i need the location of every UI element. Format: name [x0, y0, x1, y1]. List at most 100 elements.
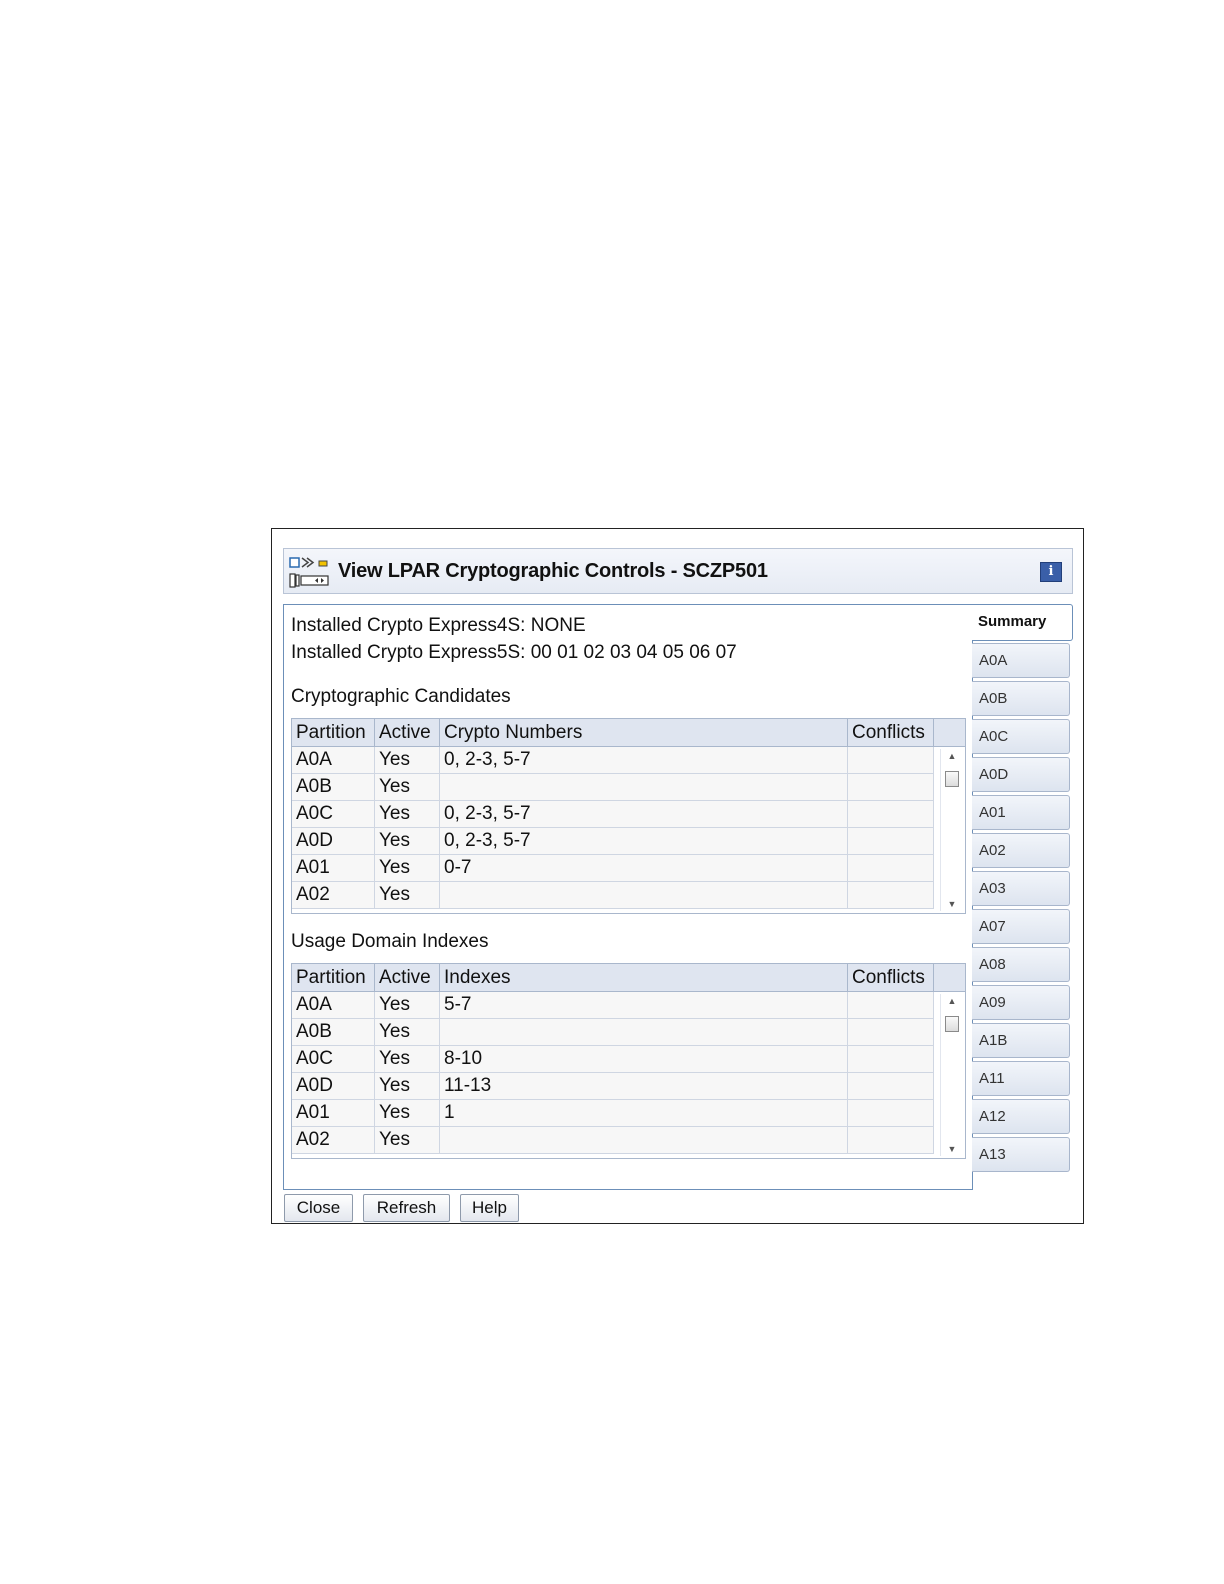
scroll-down-icon[interactable]: ▼ — [946, 899, 958, 909]
conflicts-cell — [848, 1046, 934, 1072]
table-row[interactable]: A0D Yes 11-13 — [292, 1073, 934, 1100]
column-header[interactable]: Partition — [292, 964, 375, 991]
table-row[interactable]: A0B Yes — [292, 774, 934, 801]
installed-express4s: Installed Crypto Express4S: NONE — [291, 615, 586, 636]
active-cell: Yes — [375, 1019, 440, 1045]
partition-tabs: Summary A0A A0B A0C A0D A01 A02 A03 A07 … — [972, 604, 1074, 1184]
indexes-cell: 1 — [440, 1100, 848, 1126]
tab-a08[interactable]: A08 — [972, 947, 1070, 982]
refresh-button[interactable]: Refresh — [363, 1194, 450, 1222]
partition-cell: A01 — [292, 855, 375, 881]
partition-cell: A0A — [292, 992, 375, 1018]
tab-a0d[interactable]: A0D — [972, 757, 1070, 792]
help-button[interactable]: Help — [460, 1194, 519, 1222]
partition-cell: A0A — [292, 747, 375, 773]
column-header[interactable]: Partition — [292, 719, 375, 746]
summary-panel: Installed Crypto Express4S: NONE Install… — [283, 604, 973, 1190]
usage-heading: Usage Domain Indexes — [291, 931, 489, 952]
active-cell: Yes — [375, 747, 440, 773]
table-row[interactable]: A0B Yes — [292, 1019, 934, 1046]
tab-a0c[interactable]: A0C — [972, 719, 1070, 754]
usage-table: Partition Active Indexes Conflicts A0A Y… — [291, 963, 966, 1159]
scroll-thumb[interactable] — [945, 771, 959, 787]
column-header[interactable]: Active — [375, 964, 440, 991]
conflicts-cell — [848, 828, 934, 854]
partition-cell: A0D — [292, 828, 375, 854]
partition-cell: A0B — [292, 1019, 375, 1045]
scroll-up-icon[interactable]: ▲ — [946, 751, 958, 761]
partition-cell: A0C — [292, 801, 375, 827]
crypto-numbers-cell — [440, 882, 848, 908]
scroll-up-icon[interactable]: ▲ — [946, 996, 958, 1006]
tab-a0a[interactable]: A0A — [972, 643, 1070, 678]
scroll-thumb[interactable] — [945, 1016, 959, 1032]
conflicts-cell — [848, 882, 934, 908]
indexes-cell — [440, 1019, 848, 1045]
indexes-cell: 5-7 — [440, 992, 848, 1018]
column-header[interactable]: Indexes — [440, 964, 848, 991]
table-row[interactable]: A0C Yes 0, 2-3, 5-7 — [292, 801, 934, 828]
column-header[interactable]: Crypto Numbers — [440, 719, 848, 746]
column-header[interactable]: Conflicts — [848, 964, 934, 991]
column-header[interactable]: Active — [375, 719, 440, 746]
crypto-numbers-cell: 0-7 — [440, 855, 848, 881]
indexes-cell: 11-13 — [440, 1073, 848, 1099]
indexes-cell — [440, 1127, 848, 1153]
tab-a11[interactable]: A11 — [972, 1061, 1070, 1096]
table-body: A0A Yes 0, 2-3, 5-7 A0B Yes A0C Yes 0, 2… — [292, 747, 934, 913]
conflicts-cell — [848, 1100, 934, 1126]
column-header[interactable]: Conflicts — [848, 719, 934, 746]
table-row[interactable]: A0A Yes 0, 2-3, 5-7 — [292, 747, 934, 774]
table-row[interactable]: A0D Yes 0, 2-3, 5-7 — [292, 828, 934, 855]
active-cell: Yes — [375, 1100, 440, 1126]
active-cell: Yes — [375, 774, 440, 800]
tab-a0b[interactable]: A0B — [972, 681, 1070, 716]
conflicts-cell — [848, 855, 934, 881]
partition-cell: A01 — [292, 1100, 375, 1126]
conflicts-cell — [848, 801, 934, 827]
tab-a12[interactable]: A12 — [972, 1099, 1070, 1134]
info-icon[interactable]: i — [1040, 562, 1062, 582]
table-header: Partition Active Indexes Conflicts — [292, 964, 965, 992]
table-row[interactable]: A01 Yes 1 — [292, 1100, 934, 1127]
table-body: A0A Yes 5-7 A0B Yes A0C Yes 8-10 A0D Yes… — [292, 992, 934, 1158]
table-row[interactable]: A02 Yes — [292, 1127, 934, 1154]
close-button[interactable]: Close — [284, 1194, 353, 1222]
table-row[interactable]: A0A Yes 5-7 — [292, 992, 934, 1019]
indexes-cell: 8-10 — [440, 1046, 848, 1072]
tab-a01[interactable]: A01 — [972, 795, 1070, 830]
partition-cell: A0C — [292, 1046, 375, 1072]
conflicts-cell — [848, 747, 934, 773]
active-cell: Yes — [375, 801, 440, 827]
tab-summary[interactable]: Summary — [972, 604, 1073, 641]
active-cell: Yes — [375, 828, 440, 854]
table-row[interactable]: A02 Yes — [292, 882, 934, 909]
crypto-numbers-cell — [440, 774, 848, 800]
scroll-down-icon[interactable]: ▼ — [946, 1144, 958, 1154]
tab-a13[interactable]: A13 — [972, 1137, 1070, 1172]
partition-cell: A0B — [292, 774, 375, 800]
usage-scrollbar[interactable]: ▲ ▼ — [940, 994, 963, 1156]
candidates-scrollbar[interactable]: ▲ ▼ — [940, 749, 963, 911]
title-bar: View LPAR Cryptographic Controls - SCZP5… — [283, 548, 1073, 594]
tab-a07[interactable]: A07 — [972, 909, 1070, 944]
header-spacer — [934, 964, 965, 991]
active-cell: Yes — [375, 1046, 440, 1072]
tab-a09[interactable]: A09 — [972, 985, 1070, 1020]
partition-cell: A02 — [292, 1127, 375, 1153]
conflicts-cell — [848, 992, 934, 1018]
tab-a02[interactable]: A02 — [972, 833, 1070, 868]
active-cell: Yes — [375, 855, 440, 881]
conflicts-cell — [848, 774, 934, 800]
tab-a1b[interactable]: A1B — [972, 1023, 1070, 1058]
tab-a03[interactable]: A03 — [972, 871, 1070, 906]
conflicts-cell — [848, 1019, 934, 1045]
crypto-numbers-cell: 0, 2-3, 5-7 — [440, 747, 848, 773]
installed-express5s: Installed Crypto Express5S: 00 01 02 03 … — [291, 642, 737, 663]
conflicts-cell — [848, 1127, 934, 1153]
crypto-numbers-cell: 0, 2-3, 5-7 — [440, 801, 848, 827]
active-cell: Yes — [375, 1073, 440, 1099]
table-row[interactable]: A0C Yes 8-10 — [292, 1046, 934, 1073]
table-row[interactable]: A01 Yes 0-7 — [292, 855, 934, 882]
lpar-crypto-icon — [289, 557, 329, 588]
